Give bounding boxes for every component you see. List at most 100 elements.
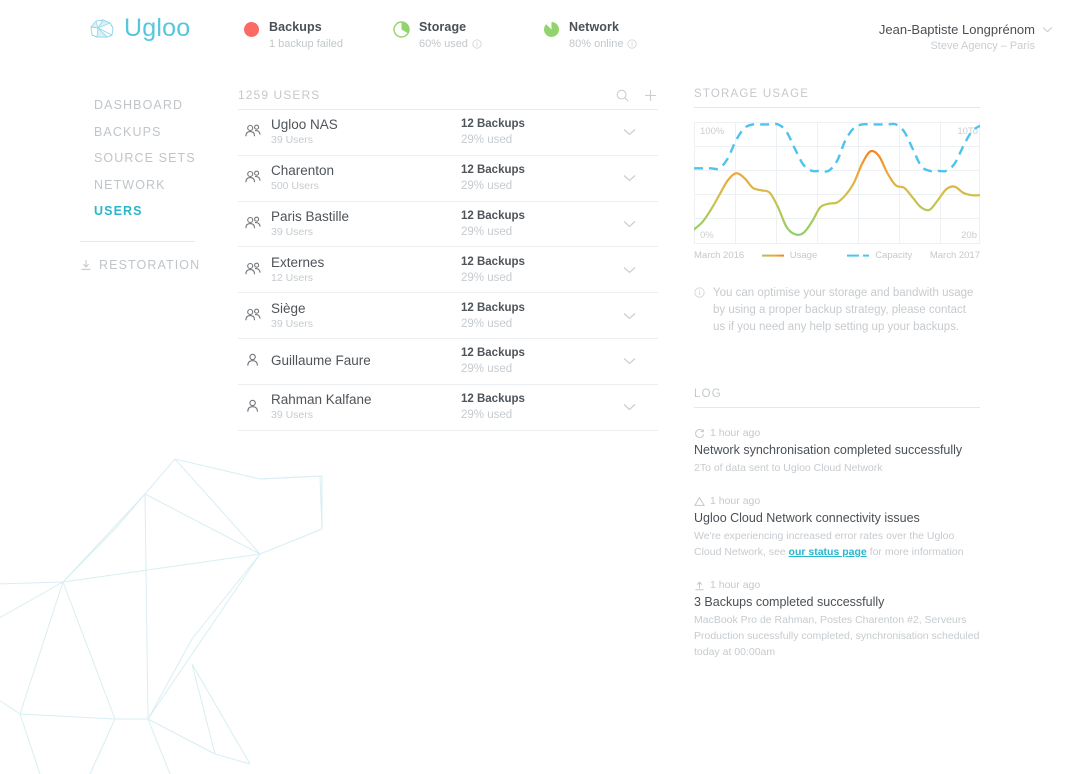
status-sub: 1 backup failed (269, 37, 343, 51)
sidebar-divider (80, 240, 195, 242)
status-backups[interactable]: Backups 1 backup failed (243, 20, 343, 51)
chart-footer: March 2016 Usage Capacity March 2017 (694, 250, 980, 261)
sync-icon (695, 428, 704, 438)
user-name: Rahman Kalfane (271, 392, 372, 408)
user-subtitle: 39 Users (271, 134, 314, 147)
chart-y-right-bottom-label: 20b (961, 230, 977, 241)
account-menu[interactable]: Jean-Baptiste Longprénom Steve Agency – … (879, 22, 1057, 53)
table-row[interactable]: Paris Bastille 39 Users 12 Backups 29% used (238, 202, 658, 248)
download-icon (81, 259, 91, 270)
status-title: Backups (269, 20, 322, 34)
chevron-down-icon[interactable] (623, 357, 636, 365)
user-used-percent: 29% used (461, 409, 513, 422)
log-item-title: 3 Backups completed successfully (694, 595, 885, 609)
status-storage[interactable]: Storage 60% used (393, 20, 482, 51)
status-page-link[interactable]: our status page (789, 546, 867, 558)
chart-series-usage (694, 149, 980, 236)
group-icon (245, 216, 261, 229)
chevron-down-icon[interactable] (623, 174, 636, 182)
user-used-percent: 29% used (461, 363, 513, 376)
sidebar-item-network[interactable]: NETWORK (0, 172, 238, 199)
users-list: Ugloo NAS 39 Users 12 Backups 29% used Chare… (238, 110, 658, 431)
person-icon (247, 354, 258, 367)
table-row[interactable]: Guillaume Faure 12 Backups 29% used (238, 339, 658, 385)
pie-chart-icon (544, 22, 559, 37)
sidebar-item-dashboard[interactable]: DASHBOARD (0, 92, 238, 119)
user-used-percent: 29% used (461, 180, 513, 193)
log-item-body: We're experiencing increased error rates… (694, 528, 980, 560)
info-icon[interactable] (472, 39, 482, 49)
user-backups-count: 12 Backups (461, 393, 525, 406)
sidebar-item-source-sets[interactable]: SOURCE SETS (0, 145, 238, 172)
sidebar-item-restoration[interactable]: RESTORATION (0, 258, 238, 272)
status-sub-text: 80% online (569, 38, 624, 50)
storage-tip-text: You can optimise your storage and bandwi… (713, 287, 974, 333)
user-name: Externes (271, 254, 325, 270)
group-icon (245, 308, 261, 320)
chart-y-right-top-label: 10To (957, 126, 978, 137)
user-subtitle: 39 Users (271, 409, 314, 422)
table-row[interactable]: Ugloo NAS 39 Users 12 Backups 29% used (238, 110, 658, 156)
users-count-label: 1259 USERS (238, 88, 321, 102)
sidebar-item-users[interactable]: USERS (0, 198, 238, 225)
user-backups-count: 12 Backups (461, 118, 525, 131)
storage-usage-chart: 100% 0% 10To 20b (694, 122, 980, 244)
status-dot-red-icon (244, 22, 259, 37)
chevron-down-icon[interactable] (623, 128, 636, 136)
table-row[interactable]: Siège 39 Users 12 Backups 29% used (238, 293, 658, 339)
chevron-down-icon[interactable] (623, 312, 636, 320)
chart-series-capacity (694, 122, 980, 173)
user-subtitle: 12 Users (271, 271, 314, 284)
chevron-down-icon[interactable] (623, 266, 636, 274)
account-name-text: Jean-Baptiste Longprénom (878, 22, 1035, 37)
warning-icon (694, 496, 705, 506)
chevron-down-icon[interactable] (623, 220, 636, 228)
legend-swatch-usage-icon (761, 254, 784, 257)
logo[interactable]: Ugloo (88, 16, 190, 41)
user-name: Siège (271, 300, 306, 316)
log-item[interactable]: 1 hour ago Ugloo Cloud Network connectiv… (694, 494, 980, 560)
status-network[interactable]: Network 80% online (543, 20, 638, 51)
sidebar-item-restoration-label: RESTORATION (99, 257, 201, 272)
users-panel: 1259 USERS Ugloo NAS 39 Users 12 Backups 29… (238, 88, 658, 431)
chart-x-start-label: March 2016 (694, 250, 745, 261)
chart-y-left-bottom-label: 0% (700, 230, 714, 241)
user-used-percent: 29% used (461, 134, 513, 147)
user-used-percent: 29% used (461, 271, 513, 284)
status-title: Storage (419, 20, 467, 34)
chart-x-end-label: March 2017 (929, 250, 980, 261)
table-row[interactable]: Externes 12 Users 12 Backups 29% used (238, 247, 658, 294)
user-name: Ugloo NAS (271, 117, 338, 133)
user-name: Paris Bastille (271, 208, 350, 224)
sidebar: DASHBOARD BACKUPS SOURCE SETS NETWORK US… (0, 92, 238, 272)
user-backups-count: 12 Backups (461, 255, 525, 268)
log-item[interactable]: 1 hour ago Network synchronisation compl… (694, 426, 980, 476)
plus-icon[interactable] (643, 88, 658, 103)
person-icon (247, 399, 258, 412)
table-row[interactable]: Charenton 500 Users 12 Backups 29% used (238, 156, 658, 202)
group-icon (245, 170, 261, 183)
chevron-down-icon[interactable] (1042, 26, 1053, 33)
legend-label-capacity: Capacity (875, 250, 913, 261)
storage-usage-title: STORAGE USAGE (694, 88, 980, 108)
group-icon (245, 125, 261, 137)
table-row[interactable]: Rahman Kalfane 39 Users 12 Backups 29% used (238, 385, 658, 431)
status-sub-text: 60% used (419, 38, 468, 50)
info-icon[interactable] (627, 39, 638, 49)
right-column: STORAGE USAGE 100% 0% 10To 20b March 201… (694, 88, 980, 660)
group-icon (245, 262, 261, 275)
log-item-body: MacBook Pro de Rahman, Postes Charenton … (694, 614, 980, 658)
log-item[interactable]: 1 hour ago 3 Backups completed successfu… (694, 578, 980, 660)
log-panel: LOG 1 hour ago Network synchronisation c… (694, 388, 980, 660)
log-time: 1 hour ago (694, 494, 980, 508)
user-backups-count: 12 Backups (461, 347, 525, 360)
ugloo-bear-logo-icon (90, 19, 114, 37)
log-time-text: 1 hour ago (710, 579, 761, 591)
user-subtitle: 39 Users (271, 225, 314, 238)
log-item-title: Network synchronisation completed succes… (694, 443, 963, 457)
sidebar-item-backups[interactable]: BACKUPS (0, 119, 238, 146)
info-icon (694, 287, 705, 298)
search-icon[interactable] (615, 88, 630, 103)
legend-label-usage: Usage (789, 250, 818, 261)
chevron-down-icon[interactable] (623, 403, 636, 411)
